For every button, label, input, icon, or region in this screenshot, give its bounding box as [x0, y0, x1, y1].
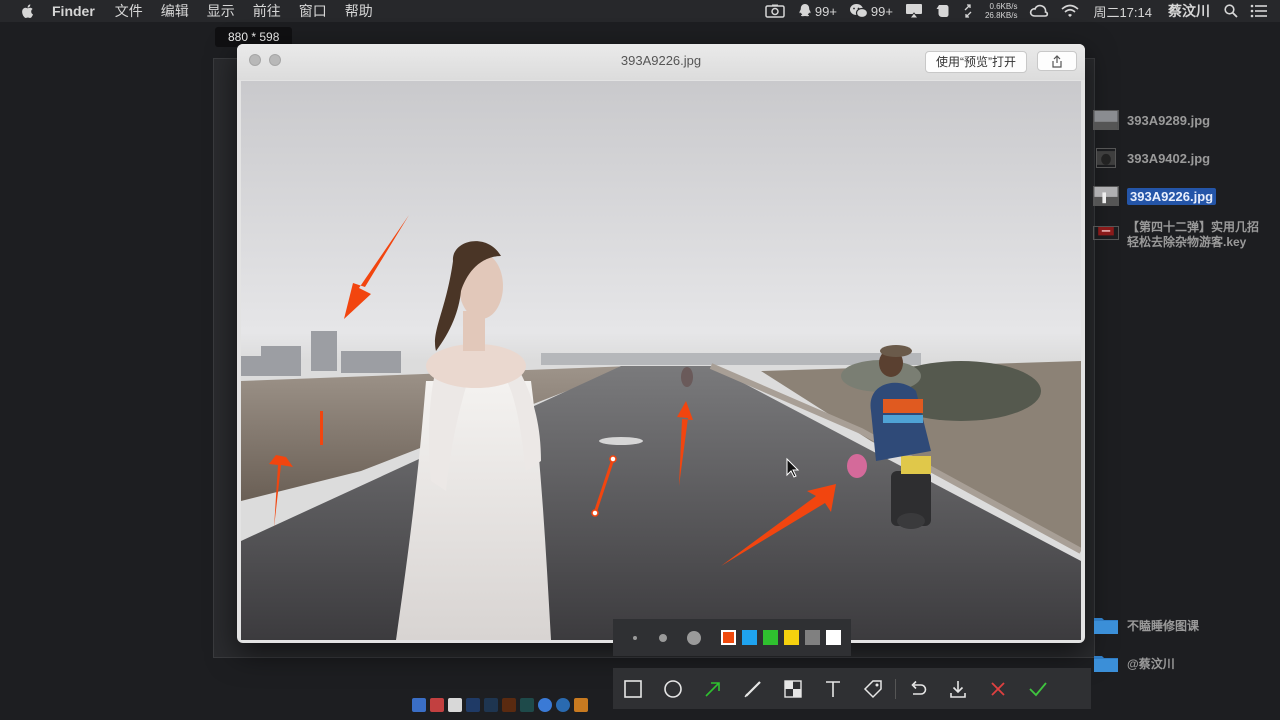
quicklook-titlebar[interactable]: 393A9226.jpg 使用“预览”打开	[237, 44, 1085, 80]
ellipse-icon	[664, 679, 682, 698]
photo-preview[interactable]	[241, 81, 1081, 640]
download-icon	[950, 680, 966, 698]
stroke-size-large[interactable]	[687, 630, 701, 645]
folder-icon	[1094, 618, 1118, 634]
folder-name: 不瞌睡修图课	[1127, 618, 1200, 633]
ellipse-tool-button[interactable]	[653, 668, 693, 709]
menu-help[interactable]: 帮助	[345, 1, 373, 21]
image-thumbnail-icon	[1093, 186, 1119, 206]
dock-app-photoshop-icon[interactable]	[466, 698, 480, 712]
image-thumbnail-icon	[1096, 148, 1116, 168]
folder-icon	[1094, 656, 1118, 672]
cancel-button[interactable]	[978, 668, 1018, 709]
color-swatch-white[interactable]	[826, 630, 841, 645]
undo-button[interactable]	[898, 668, 938, 709]
menu-edit[interactable]: 编辑	[161, 1, 189, 21]
dock-app-notes-icon[interactable]	[448, 698, 462, 712]
dock-app-audition-icon[interactable]	[520, 698, 534, 712]
rectangle-tool-button[interactable]	[613, 668, 653, 709]
dock-app-misc-icon[interactable]	[574, 698, 588, 712]
dock-app-finder-icon[interactable]	[412, 698, 426, 712]
toolbar-separator	[895, 678, 896, 699]
evernote-icon[interactable]	[935, 3, 951, 19]
desktop-file-name: 393A9289.jpg	[1127, 112, 1211, 128]
dock	[412, 696, 592, 714]
menu-view[interactable]: 显示	[207, 1, 235, 21]
desktop-file-name: 393A9226.jpg	[1127, 187, 1217, 205]
tag-tool-button[interactable]	[853, 668, 893, 709]
annotation-style-bar	[613, 619, 851, 656]
net-download: 26.8KB/s	[984, 11, 1018, 20]
dock-app-lightroom-icon[interactable]	[484, 698, 498, 712]
desktop-folder-course[interactable]: 不瞌睡修图课	[1093, 612, 1199, 638]
creative-cloud-icon[interactable]	[1029, 4, 1049, 18]
menubar-user[interactable]: 蔡汶川	[1168, 1, 1210, 21]
desktop-file-name: 393A9402.jpg	[1127, 150, 1211, 166]
screen-record-icon[interactable]	[765, 4, 785, 18]
dock-app-calendar-icon[interactable]	[430, 698, 444, 712]
quicklook-window: 393A9226.jpg 使用“预览”打开	[237, 44, 1085, 643]
menu-window[interactable]: 窗口	[299, 1, 327, 21]
pen-icon	[744, 680, 761, 697]
keynote-file-icon	[1093, 226, 1119, 240]
color-swatch-gray[interactable]	[805, 630, 820, 645]
color-swatch-yellow[interactable]	[784, 630, 799, 645]
qq-count: 99+	[814, 3, 837, 19]
menubar-clock[interactable]: 周二17:14	[1093, 2, 1152, 21]
mosaic-tool-button[interactable]	[773, 668, 813, 709]
keynote-name-line2: 轻松去除杂物游客.key	[1127, 235, 1247, 249]
arrow-icon	[705, 681, 720, 697]
menu-go[interactable]: 前往	[253, 1, 281, 21]
arrow-tool-button[interactable]	[693, 668, 733, 709]
photo-puddle	[599, 437, 643, 445]
color-swatch-green[interactable]	[763, 630, 778, 645]
wifi-icon[interactable]	[1061, 4, 1079, 18]
net-upload: 0.6KB/s	[989, 2, 1018, 11]
dock-app-illustrator-icon[interactable]	[502, 698, 516, 712]
color-swatch-orange[interactable]	[721, 630, 736, 645]
open-with-preview-button[interactable]: 使用“预览”打开	[925, 51, 1027, 73]
desktop-file-393A9402[interactable]: 393A9402.jpg	[1093, 145, 1210, 171]
network-speed: 0.6KB/s 26.8KB/s	[985, 2, 1017, 20]
download-button[interactable]	[938, 668, 978, 709]
desktop-file-keynote[interactable]: 【第四十二弹】实用几招 轻松去除杂物游客.key	[1093, 220, 1259, 250]
keynote-name-line1: 【第四十二弹】实用几招	[1127, 220, 1260, 234]
resize-arrows-icon[interactable]	[963, 3, 973, 19]
share-button[interactable]	[1037, 51, 1077, 71]
mosaic-icon	[784, 679, 802, 698]
cancel-icon	[991, 681, 1005, 696]
tag-icon	[863, 679, 882, 698]
photo-distant-rider	[681, 367, 693, 387]
confirm-icon	[1029, 681, 1047, 696]
stroke-size-small[interactable]	[633, 635, 637, 640]
stroke-size-medium[interactable]	[659, 633, 667, 642]
notification-center-icon[interactable]	[1250, 4, 1268, 18]
text-tool-button[interactable]	[813, 668, 853, 709]
wechat-icon[interactable]: 99+	[849, 3, 893, 19]
menu-bar: Finder 文件 编辑 显示 前往 窗口 帮助 99+ 99+ 0.6KB/s	[0, 0, 1280, 22]
folder-name: @蔡汶川	[1127, 656, 1175, 671]
desktop-file-393A9289[interactable]: 393A9289.jpg	[1093, 107, 1210, 133]
color-swatch-blue[interactable]	[742, 630, 757, 645]
apple-icon[interactable]	[20, 3, 36, 19]
dock-app-info-icon[interactable]	[538, 698, 552, 712]
rectangle-icon	[624, 679, 642, 698]
desktop-file-393A9226-selected[interactable]: 393A9226.jpg	[1093, 183, 1217, 209]
qq-icon[interactable]: 99+	[797, 3, 837, 19]
share-icon	[1052, 54, 1062, 68]
text-icon	[826, 680, 840, 697]
airplay-icon[interactable]	[905, 3, 923, 19]
pen-tool-button[interactable]	[733, 668, 773, 709]
spotlight-search-icon[interactable]	[1224, 4, 1238, 18]
desktop-folder-user[interactable]: @蔡汶川	[1093, 650, 1175, 676]
dock-app-safari-icon[interactable]	[556, 698, 570, 712]
menu-file[interactable]: 文件	[115, 1, 143, 21]
image-thumbnail-icon	[1093, 110, 1119, 130]
undo-icon	[911, 680, 927, 695]
confirm-button[interactable]	[1018, 668, 1058, 709]
menu-app-finder[interactable]: Finder	[52, 3, 95, 19]
wechat-count: 99+	[870, 3, 893, 19]
annotation-toolbar	[613, 668, 1091, 709]
